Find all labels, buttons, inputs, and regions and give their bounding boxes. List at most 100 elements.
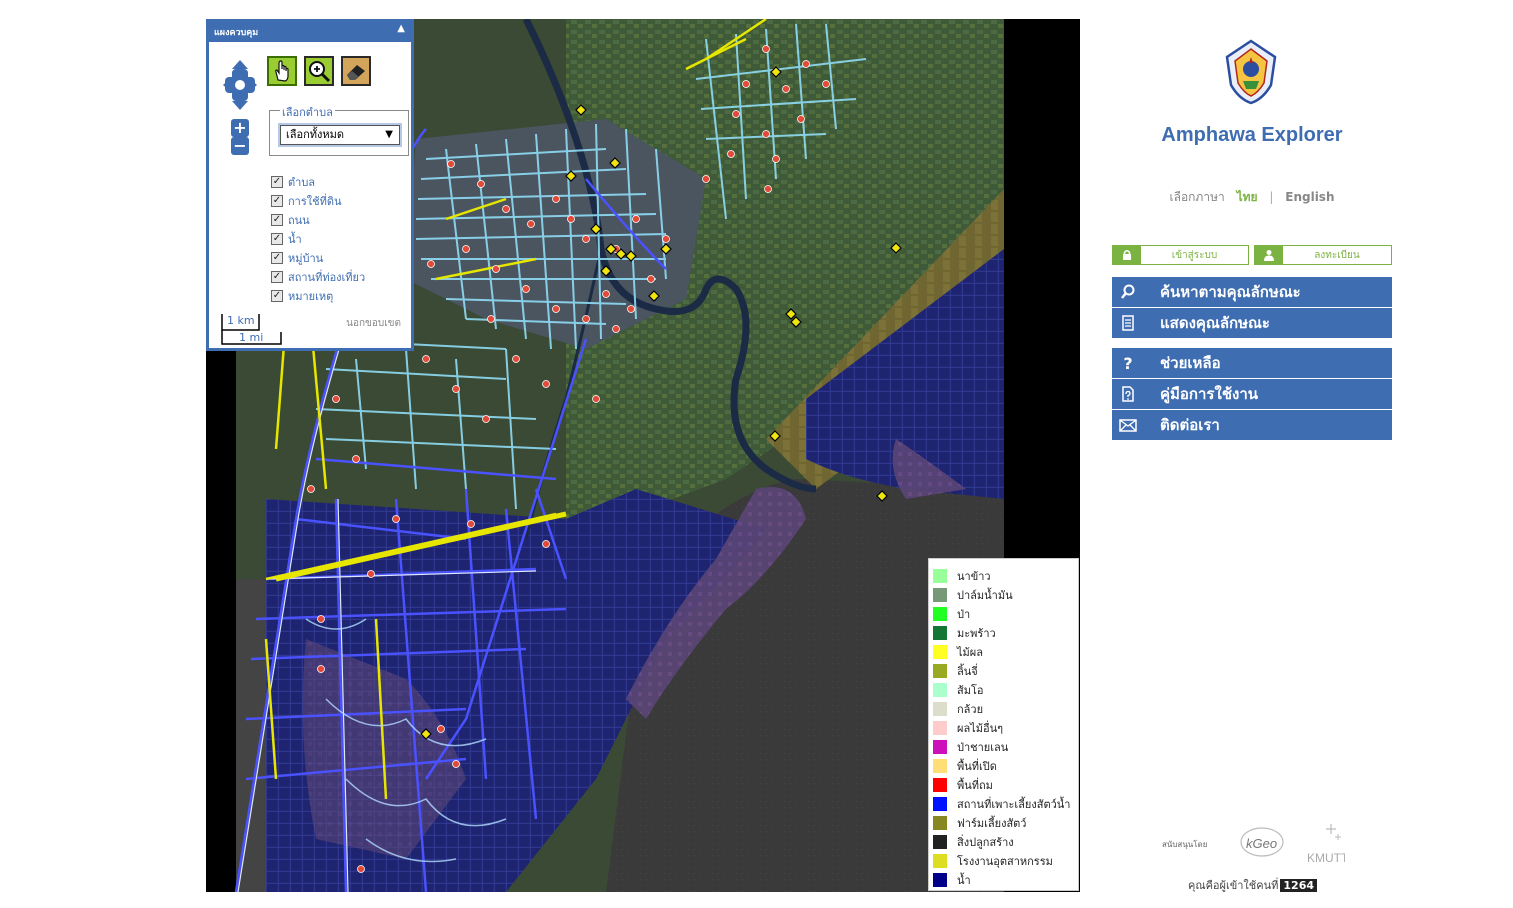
map-legend: นาข้าว ปาล์มน้ำมัน ป่า มะพร้าว ไม้ผล ลิ้… (928, 558, 1079, 891)
tambon-fieldset: เลือกตำบล เลือกทั้งหมด ▼ (269, 103, 409, 156)
menu-help[interactable]: ? ช่วยเหลือ (1112, 348, 1392, 378)
legend-swatch (933, 701, 947, 716)
zoom-in-button[interactable]: + (231, 119, 249, 137)
department-logo (1223, 39, 1279, 105)
scale-km-label: 1 km (227, 314, 255, 327)
legend-swatch (933, 777, 947, 792)
legend-swatch (933, 796, 947, 811)
legend-item: กล้วย (929, 699, 1078, 718)
collapse-icon[interactable]: ▲ (397, 23, 405, 34)
zoom-out-button[interactable]: − (231, 137, 249, 155)
layer-label: น้ำ (288, 232, 302, 246)
legend-item: พื้นที่ถม (929, 775, 1078, 794)
tambon-select[interactable]: เลือกทั้งหมด ▼ (280, 125, 400, 145)
legend-item: ผลไม้อื่นๆ (929, 718, 1078, 737)
pan-arrows-icon[interactable] (221, 58, 259, 112)
hand-icon (275, 60, 289, 82)
register-label: ลงทะเบียน (1314, 249, 1360, 261)
legend-swatch (933, 682, 947, 697)
layer-label: ตำบล (288, 175, 316, 189)
legend-label: ปาล์มน้ำมัน (957, 588, 1013, 602)
legend-label: กล้วย (957, 702, 984, 716)
legend-swatch (933, 758, 947, 773)
layer-label: การใช้ที่ดิน (288, 194, 342, 208)
legend-swatch (933, 872, 947, 887)
pan-control[interactable] (221, 58, 259, 112)
checkbox-checked-icon[interactable]: ✓ (271, 289, 283, 302)
legend-item: น้ำ (929, 870, 1078, 889)
manual-icon (1112, 385, 1144, 403)
layer-label: หมู่บ้าน (288, 251, 324, 265)
layer-toggle-tambon[interactable]: ✓ ตำบล (271, 172, 365, 191)
legend-swatch (933, 644, 947, 659)
checkbox-checked-icon[interactable]: ✓ (271, 251, 283, 264)
checkbox-checked-icon[interactable]: ✓ (271, 175, 283, 188)
checkbox-checked-icon[interactable]: ✓ (271, 213, 283, 226)
layer-label: สถานที่ท่องเที่ยว (288, 270, 366, 284)
menu-show-attributes[interactable]: แสดงคุณลักษณะ (1112, 308, 1392, 338)
kgeo-text: kGeo (1246, 836, 1277, 851)
checkbox-checked-icon[interactable]: ✓ (271, 270, 283, 283)
legend-swatch (933, 587, 947, 602)
login-label: เข้าสู่ระบบ (1171, 249, 1218, 261)
language-english-link[interactable]: English (1285, 190, 1334, 204)
legend-item: ฟาร์มเลี้ยงสัตว์ (929, 813, 1078, 832)
user-icon (1255, 246, 1283, 264)
checkbox-checked-icon[interactable]: ✓ (271, 194, 283, 207)
control-panel-title: แผงควบคุม (214, 28, 259, 38)
emblem-icon (1225, 39, 1277, 105)
legend-label: พื้นที่ถม (957, 778, 993, 792)
scale-mi-label: 1 mi (239, 331, 264, 344)
legend-swatch (933, 815, 947, 830)
tambon-fieldset-label: เลือกตำบล (280, 103, 335, 121)
control-panel: แผงควบคุม ▲ + − เลือกตำบล เลือกทั้งหมด ▼… (206, 19, 414, 351)
legend-label: สถานที่เพาะเลี้ยงสัตว์น้ำ (957, 797, 1071, 811)
menu-label: แสดงคุณลักษณะ (1160, 314, 1270, 332)
layer-toggle-notes[interactable]: ✓ หมายเหตุ (271, 286, 365, 305)
layer-toggle-tourist[interactable]: ✓ สถานที่ท่องเที่ยว (271, 267, 365, 286)
menu-label: ช่วยเหลือ (1160, 354, 1221, 372)
register-button[interactable]: ลงทะเบียน (1254, 245, 1392, 265)
app-title: Amphawa Explorer (1161, 124, 1343, 146)
menu-label: คู่มือการใช้งาน (1160, 385, 1258, 403)
legend-label: ป่าชายเลน (957, 740, 1009, 754)
legend-swatch (933, 663, 947, 678)
layer-toggle-road[interactable]: ✓ ถนน (271, 210, 365, 229)
legend-item: ปาล์มน้ำมัน (929, 585, 1078, 604)
zoom-tool-button[interactable] (304, 56, 334, 86)
legend-label: พื้นที่เปิด (957, 759, 997, 773)
layer-list: ✓ ตำบล ✓ การใช้ที่ดิน ✓ ถนน ✓ น้ำ ✓ หมู่บ้าน … (271, 172, 365, 305)
layer-toggle-landuse[interactable]: ✓ การใช้ที่ดิน (271, 191, 365, 210)
menu-contact[interactable]: ติดต่อเรา (1112, 410, 1392, 440)
legend-label: ไม้ผล (957, 645, 983, 659)
menu-search-attributes[interactable]: ค้นหาตามคุณลักษณะ (1112, 277, 1392, 307)
legend-item: พื้นที่เปิด (929, 756, 1078, 775)
eraser-icon (347, 65, 365, 80)
menu-label: ค้นหาตามคุณลักษณะ (1160, 283, 1301, 301)
legend-label: น้ำ (957, 873, 971, 887)
legend-label: นาข้าว (957, 569, 991, 583)
legend-label: มะพร้าว (957, 626, 996, 640)
checkbox-checked-icon[interactable]: ✓ (271, 232, 283, 245)
legend-label: ผลไม้อื่นๆ (957, 721, 1004, 735)
menu-manual[interactable]: คู่มือการใช้งาน (1112, 379, 1392, 409)
legend-swatch (933, 568, 947, 583)
kmutt-text: KMUTT (1307, 851, 1345, 865)
legend-item: ไม้ผล (929, 642, 1078, 661)
control-panel-header: แผงควบคุม ▲ (209, 22, 411, 42)
legend-item: สถานที่เพาะเลี้ยงสัตว์น้ำ (929, 794, 1078, 813)
pan-tool-button[interactable] (267, 56, 297, 86)
language-switcher: เลือกภาษา ไทย | English (1112, 188, 1392, 207)
language-thai-link[interactable]: ไทย (1237, 190, 1258, 204)
layer-toggle-village[interactable]: ✓ หมู่บ้าน (271, 248, 365, 267)
layer-toggle-water[interactable]: ✓ น้ำ (271, 229, 365, 248)
visitor-label: คุณคือผู้เข้าใช้คนที่ (1188, 879, 1279, 892)
legend-item: ลิ้นจี่ (929, 661, 1078, 680)
kgeo-logo: kGeo (1238, 824, 1286, 862)
login-button[interactable]: เข้าสู่ระบบ (1112, 245, 1249, 265)
legend-item: มะพร้าว (929, 623, 1078, 642)
legend-item: โรงงานอุตสาหกรรม (929, 851, 1078, 870)
legend-item: นาข้าว (929, 566, 1078, 585)
eraser-tool-button[interactable] (341, 56, 371, 86)
legend-label: ส้มโอ (957, 683, 984, 697)
